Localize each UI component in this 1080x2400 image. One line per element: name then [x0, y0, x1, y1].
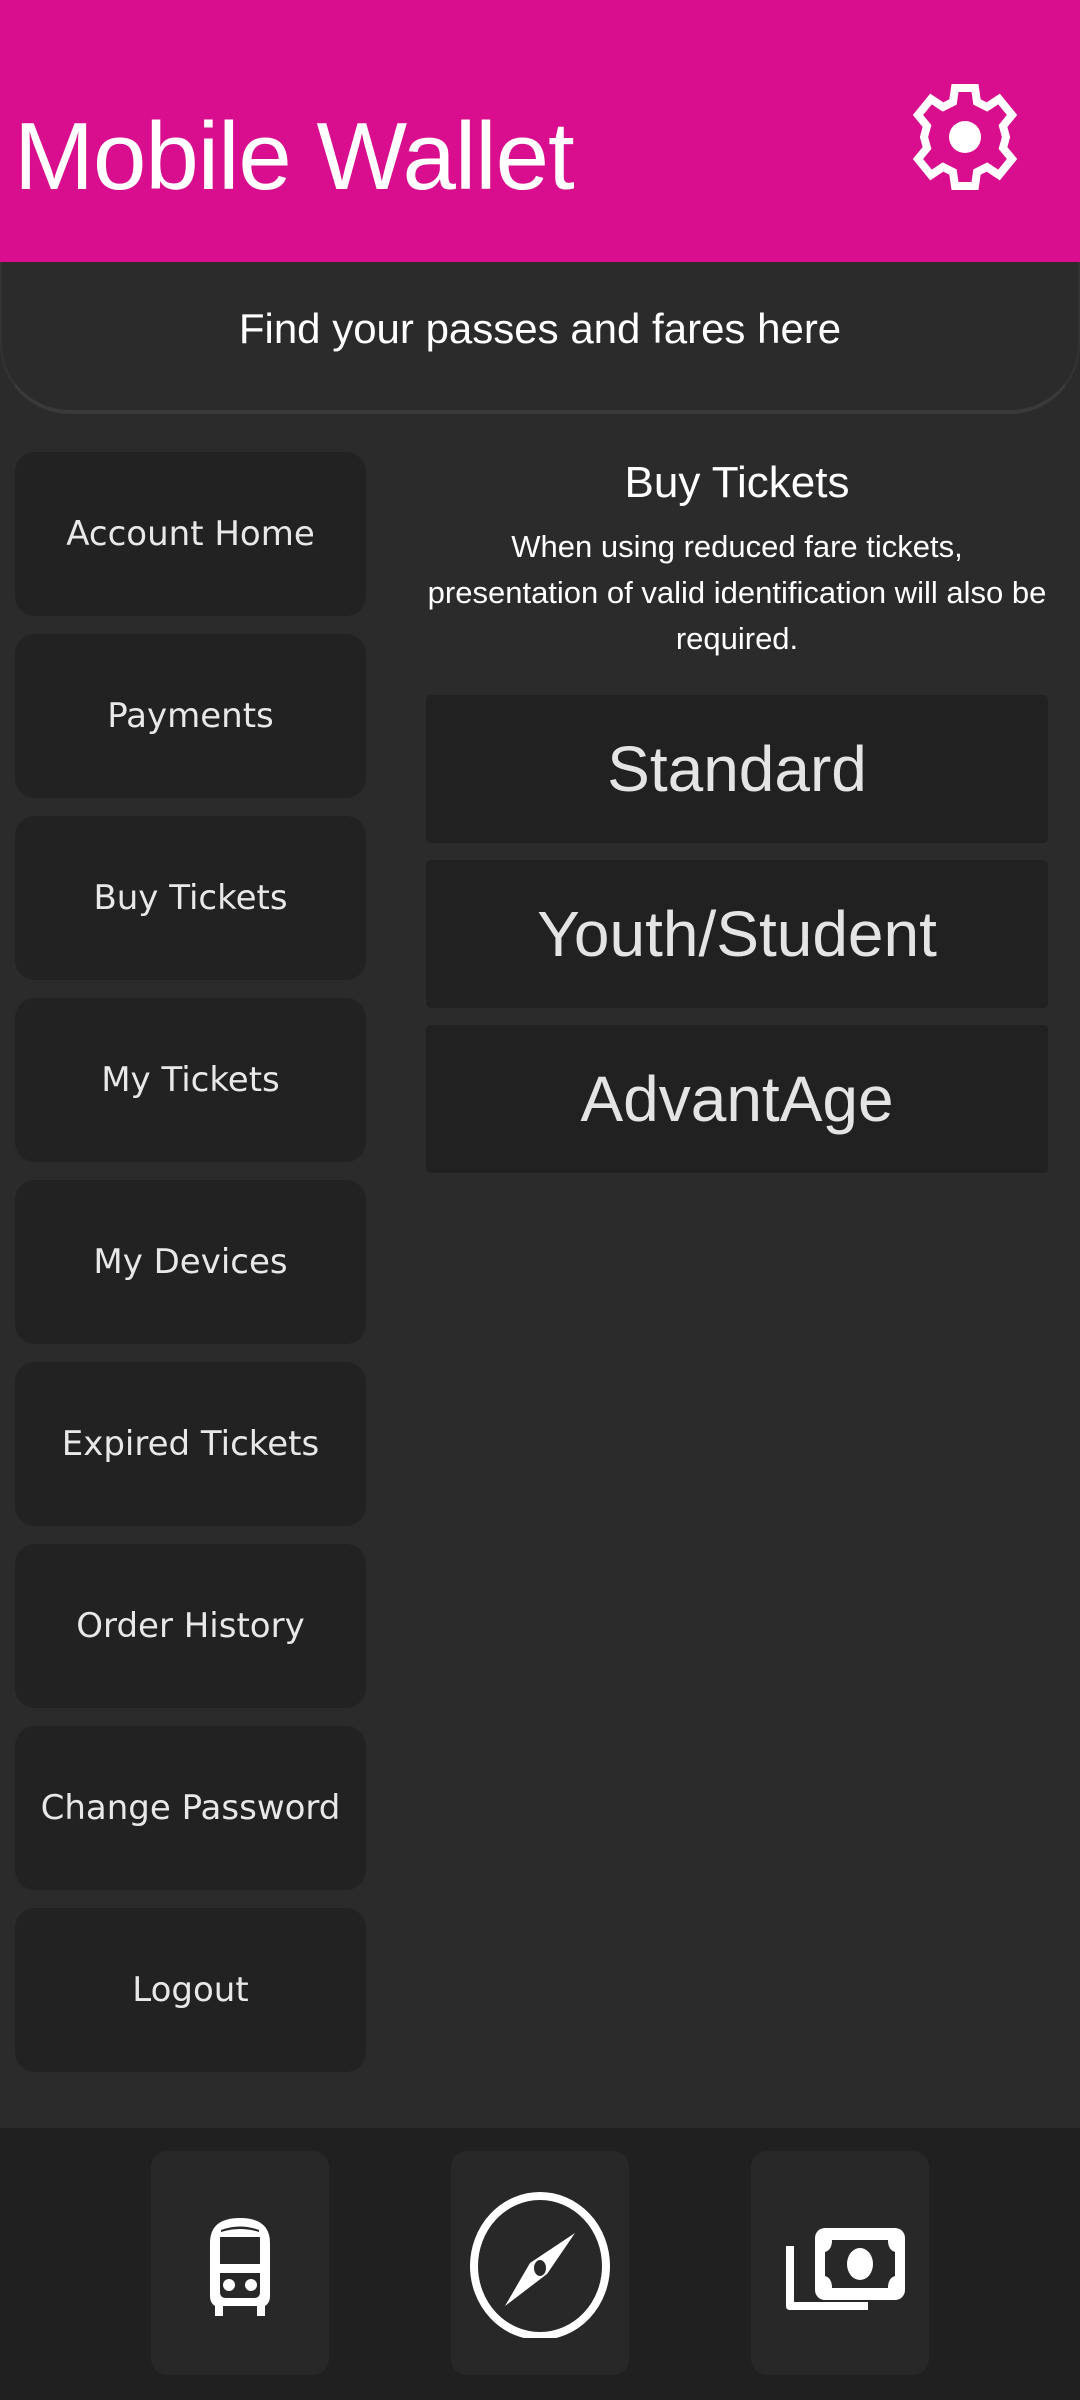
fare-youth-student-button[interactable]: Youth/Student — [426, 860, 1048, 1008]
sidebar-item-my-devices[interactable]: My Devices — [15, 1180, 366, 1344]
app-title: Mobile Wallet — [14, 103, 575, 210]
nav-explore-button[interactable] — [451, 2151, 629, 2375]
money-icon — [786, 2228, 905, 2310]
sidebar-item-buy-tickets[interactable]: Buy Tickets — [15, 816, 366, 980]
info-banner: Find your passes and fares here — [0, 262, 1080, 414]
fare-type-list: Standard Youth/Student AdvantAge — [426, 695, 1048, 1190]
sidebar-item-account-home[interactable]: Account Home — [15, 452, 366, 616]
sidebar-item-my-tickets[interactable]: My Tickets — [15, 998, 366, 1162]
app-header: Mobile Wallet — [0, 0, 1080, 262]
fare-advantage-button[interactable]: AdvantAge — [426, 1025, 1048, 1173]
nav-bus-button[interactable] — [151, 2151, 329, 2375]
compass-icon — [470, 2192, 610, 2338]
nav-payments-button[interactable] — [751, 2151, 929, 2375]
banner-text: Find your passes and fares here — [238, 305, 842, 352]
gear-icon — [912, 84, 1018, 190]
fare-standard-button[interactable]: Standard — [426, 695, 1048, 843]
page-title: Buy Tickets — [624, 458, 850, 507]
sidebar-item-change-password[interactable]: Change Password — [15, 1726, 366, 1890]
sidebar-menu: Account Home Payments Buy Tickets My Tic… — [15, 452, 366, 2090]
bus-icon — [210, 2218, 270, 2316]
sidebar-item-expired-tickets[interactable]: Expired Tickets — [15, 1362, 366, 1526]
settings-button[interactable] — [908, 80, 1022, 194]
sidebar-item-logout[interactable]: Logout — [15, 1908, 366, 2072]
sidebar-item-payments[interactable]: Payments — [15, 634, 366, 798]
buy-tickets-panel: Buy Tickets When using reduced fare tick… — [426, 450, 1048, 1173]
bottom-nav — [0, 2128, 1080, 2400]
sidebar-item-order-history[interactable]: Order History — [15, 1544, 366, 1708]
id-requirement-note: When using reduced fare tickets, present… — [427, 529, 1047, 656]
